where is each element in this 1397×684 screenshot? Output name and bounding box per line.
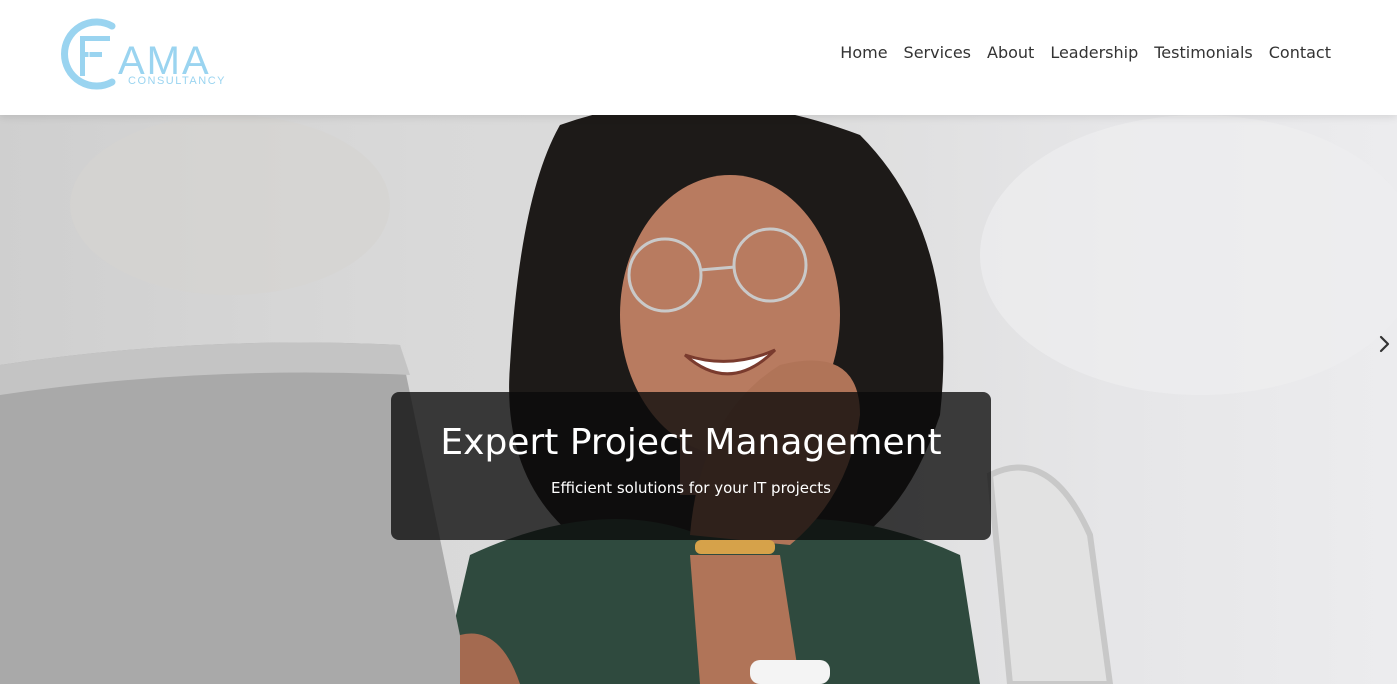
chevron-right-icon[interactable] (1373, 333, 1395, 355)
hero-caption: Expert Project Management Efficient solu… (391, 392, 991, 540)
main-nav: Home Services About Leadership Testimoni… (840, 43, 1331, 62)
nav-testimonials[interactable]: Testimonials (1154, 43, 1253, 62)
nav-services[interactable]: Services (904, 43, 971, 62)
brand-logo[interactable]: AMA CONSULTANCY (56, 18, 246, 90)
hero-title: Expert Project Management (440, 422, 942, 463)
hero-carousel: Expert Project Management Efficient solu… (0, 115, 1397, 684)
nav-home[interactable]: Home (840, 43, 887, 62)
nav-contact[interactable]: Contact (1269, 43, 1331, 62)
svg-text:CONSULTANCY: CONSULTANCY (128, 75, 226, 87)
hero-subtitle: Efficient solutions for your IT projects (551, 479, 831, 497)
navbar: AMA CONSULTANCY Home Services About Lead… (0, 0, 1397, 115)
nav-leadership[interactable]: Leadership (1050, 43, 1138, 62)
nav-about[interactable]: About (987, 43, 1034, 62)
